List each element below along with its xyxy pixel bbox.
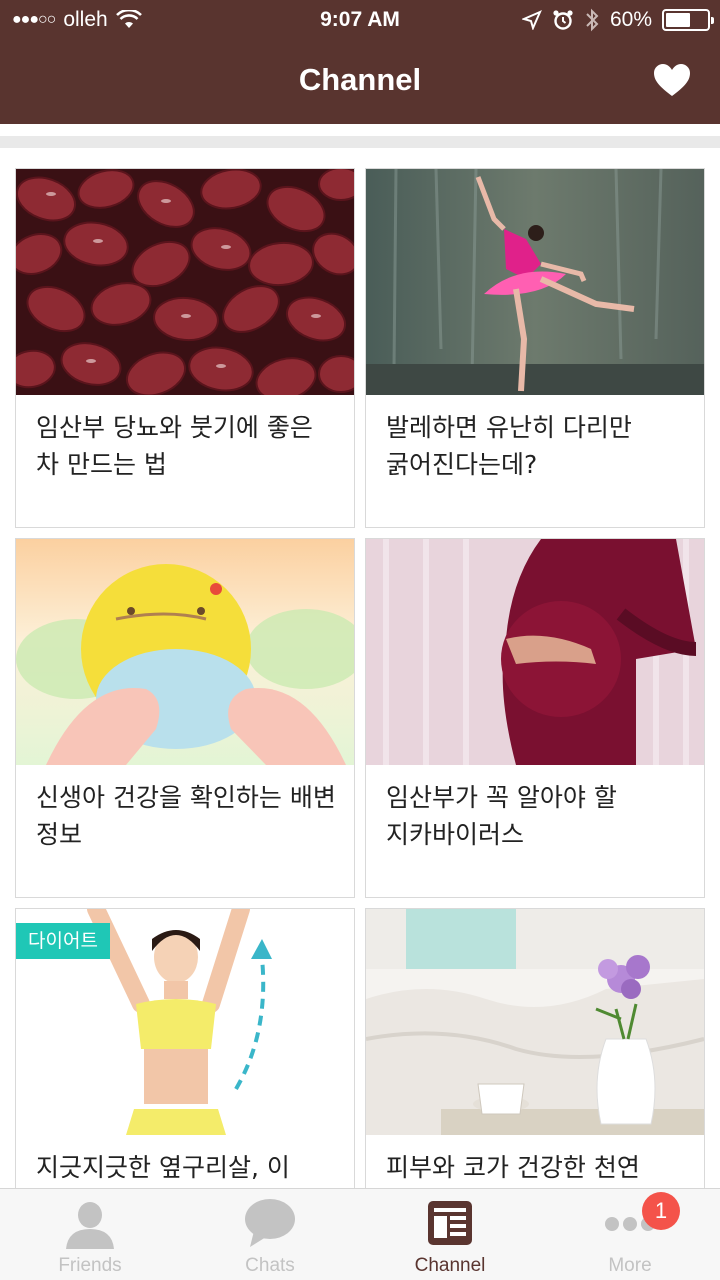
card-title: 신생아 건강을 확인하는 배변 정보 bbox=[36, 783, 336, 849]
baby-diaper-illustration bbox=[16, 539, 354, 765]
person-icon bbox=[66, 1202, 114, 1249]
battery-fill bbox=[666, 13, 690, 27]
status-right: 60% bbox=[521, 8, 714, 32]
page-title: Channel bbox=[298, 62, 422, 97]
status-bar: ●●●○○ olleh 9:07 AM 60% bbox=[0, 0, 720, 40]
heart-icon[interactable] bbox=[652, 62, 692, 98]
card-title: 임산부가 꼭 알아야 할 지카바이러스 bbox=[386, 783, 617, 849]
tab-label: More bbox=[608, 1255, 652, 1276]
channel-card[interactable]: 발레하면 유난히 다리만 굵어진다는데? bbox=[365, 168, 705, 528]
bluetooth-icon bbox=[586, 8, 599, 32]
tab-label: Chats bbox=[245, 1255, 295, 1276]
ballerina-photo bbox=[366, 169, 704, 395]
tab-label: Channel bbox=[414, 1255, 486, 1276]
chat-bubble-icon bbox=[245, 1199, 295, 1247]
card-title: 피부와 코가 건강한 천연 bbox=[386, 1153, 640, 1182]
card-title: 임산부 당뇨와 붓기에 좋은 차 만드는 법 bbox=[36, 413, 313, 479]
channel-card[interactable]: 다이어트 지긋지긋한 옆구리살, 이 bbox=[15, 908, 355, 1188]
category-badge: 다이어트 bbox=[16, 923, 110, 959]
channel-card[interactable]: 피부와 코가 건강한 천연 bbox=[365, 908, 705, 1188]
notification-badge: 1 bbox=[642, 1192, 680, 1230]
channel-card-grid: 임산부 당뇨와 붓기에 좋은 차 만드는 법 발레하면 유난히 다리만 굵어진다… bbox=[0, 148, 720, 1188]
navigation-bar: Channel bbox=[0, 40, 720, 124]
tab-chats[interactable]: Chats bbox=[180, 1189, 360, 1280]
pregnant-woman-photo bbox=[366, 539, 704, 765]
card-title: 지긋지긋한 옆구리살, 이 bbox=[36, 1153, 290, 1182]
location-icon bbox=[521, 10, 542, 30]
bedroom-flowers-photo bbox=[366, 909, 704, 1135]
channel-card[interactable]: 임산부 당뇨와 붓기에 좋은 차 만드는 법 bbox=[15, 168, 355, 528]
tab-channel[interactable]: Channel bbox=[360, 1189, 540, 1280]
tab-label: Friends bbox=[58, 1255, 122, 1276]
red-beans-photo bbox=[16, 169, 354, 395]
section-divider bbox=[0, 124, 720, 148]
card-title: 발레하면 유난히 다리만 굵어진다는데? bbox=[386, 413, 632, 479]
channel-card[interactable]: 신생아 건강을 확인하는 배변 정보 bbox=[15, 538, 355, 898]
tab-friends[interactable]: Friends bbox=[0, 1189, 180, 1280]
tab-more[interactable]: More bbox=[540, 1189, 720, 1280]
battery-percent: 60% bbox=[609, 8, 652, 31]
channel-icon bbox=[428, 1201, 472, 1245]
battery-icon bbox=[662, 9, 714, 31]
channel-card[interactable]: 임산부가 꼭 알아야 할 지카바이러스 bbox=[365, 538, 705, 898]
alarm-icon bbox=[553, 10, 573, 30]
bottom-tab-bar: Friends Chats Channel More bbox=[0, 1188, 720, 1280]
